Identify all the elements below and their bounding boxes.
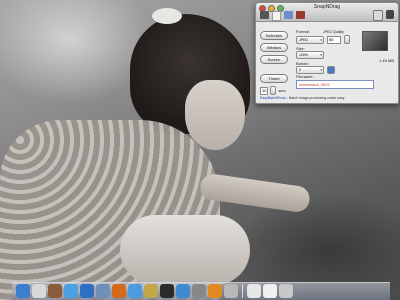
finder-icon[interactable] bbox=[16, 284, 30, 298]
format-row: JPEG ▾ 85 bbox=[296, 35, 356, 44]
camera-icon[interactable] bbox=[260, 11, 269, 19]
easybatchphoto-link[interactable]: EasyBatchPhoto bbox=[260, 96, 286, 100]
filename-input[interactable]: screenshot_0002 bbox=[296, 80, 374, 89]
filename-label: Filename: bbox=[296, 74, 314, 79]
wallpaper-face bbox=[185, 80, 245, 150]
tools-icon[interactable] bbox=[386, 10, 394, 19]
ical-icon[interactable] bbox=[80, 284, 94, 298]
user-icon[interactable] bbox=[48, 284, 62, 298]
snapndrag-window[interactable]: SnapNDrag Selection Window Screen Timed … bbox=[255, 2, 399, 104]
delay-unit: secs bbox=[278, 88, 286, 93]
wallpaper-leg bbox=[120, 215, 250, 285]
firefox-icon[interactable] bbox=[112, 284, 126, 298]
screen-button[interactable]: Screen bbox=[260, 55, 288, 64]
gear-icon[interactable] bbox=[192, 284, 206, 298]
delay-row: 10 secs bbox=[260, 86, 288, 95]
quality-label: JPEG Quality bbox=[322, 30, 344, 34]
quality-stepper[interactable] bbox=[344, 35, 350, 44]
size-select[interactable]: 100% ▾ bbox=[296, 51, 324, 59]
capture-buttons: Selection Window Screen Timed 10 secs bbox=[260, 31, 288, 95]
itunes-icon[interactable] bbox=[176, 284, 190, 298]
ichat-icon[interactable] bbox=[128, 284, 142, 298]
color-well[interactable] bbox=[327, 66, 335, 74]
window-button[interactable]: Window bbox=[260, 43, 288, 52]
format-select[interactable]: JPEG ▾ bbox=[296, 35, 324, 44]
size-row: 100% ▾ bbox=[296, 51, 356, 59]
chevron-down-icon: ▾ bbox=[320, 53, 322, 57]
selection-button[interactable]: Selection bbox=[260, 31, 288, 40]
titlebar[interactable]: SnapNDrag bbox=[256, 3, 398, 22]
border-row: 0 ▾ bbox=[296, 66, 356, 74]
timed-button[interactable]: Timed bbox=[260, 74, 288, 83]
delay-field[interactable]: 10 bbox=[260, 86, 269, 95]
window2-icon[interactable] bbox=[263, 284, 277, 298]
mail-icon[interactable] bbox=[32, 284, 46, 298]
footer-text: - Batch image processing made easy bbox=[285, 96, 345, 100]
toolbar-right bbox=[373, 10, 394, 21]
stamp-icon[interactable] bbox=[296, 11, 305, 19]
dock-separator bbox=[242, 284, 243, 298]
chevron-down-icon: ▾ bbox=[320, 68, 322, 72]
document-icon[interactable] bbox=[272, 11, 281, 21]
terminal-icon[interactable] bbox=[160, 284, 174, 298]
file-size: 1.45 MB bbox=[379, 58, 394, 63]
photo-icon[interactable] bbox=[96, 284, 110, 298]
preview-icon[interactable] bbox=[144, 284, 158, 298]
footer: EasyBatchPhoto - Batch image processing … bbox=[260, 96, 394, 100]
vlc-icon[interactable] bbox=[208, 284, 222, 298]
dock bbox=[12, 282, 390, 300]
snapndrag-icon[interactable] bbox=[224, 284, 238, 298]
toolbar-icons bbox=[260, 11, 305, 21]
settings: Format: JPEG Quality JPEG ▾ 85 Size: 100%… bbox=[296, 29, 356, 76]
safari-icon[interactable] bbox=[64, 284, 78, 298]
share-icon[interactable] bbox=[373, 10, 383, 21]
border-select[interactable]: 0 ▾ bbox=[296, 66, 324, 74]
folder-icon[interactable] bbox=[284, 11, 293, 19]
delay-stepper[interactable] bbox=[270, 86, 277, 95]
trash-icon[interactable] bbox=[279, 284, 293, 298]
window1-icon[interactable] bbox=[247, 284, 261, 298]
chevron-down-icon: ▾ bbox=[320, 37, 322, 42]
preview-thumbnail[interactable] bbox=[362, 31, 388, 51]
wallpaper-bow bbox=[152, 8, 182, 24]
quality-field[interactable]: 85 bbox=[327, 35, 341, 44]
